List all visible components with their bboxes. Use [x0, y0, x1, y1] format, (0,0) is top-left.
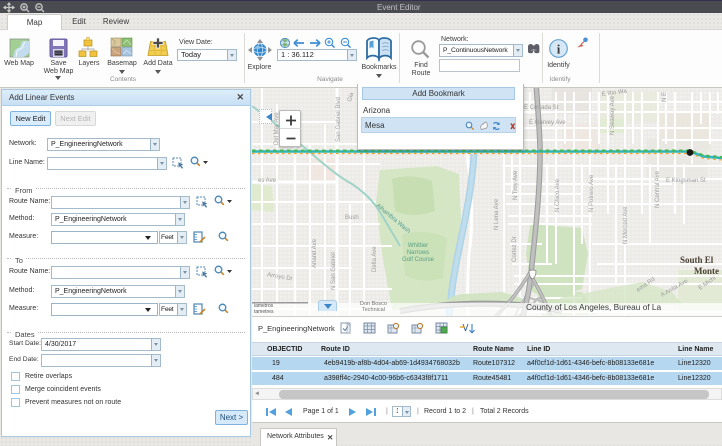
svg-text:Cortez Dr: Cortez Dr: [512, 236, 518, 262]
svg-text:San Gabriel Blvd: San Gabriel Blvd: [336, 97, 342, 142]
svg-text:N Merced Ave: N Merced Ave: [623, 206, 629, 244]
svg-text:i: i: [557, 42, 561, 57]
svg-text:N E: N E: [662, 92, 668, 102]
svg-text:Golf Course: Golf Course: [402, 257, 435, 263]
svg-text:Technical: Technical: [362, 307, 385, 313]
svg-text:E Cortada St: E Cortada St: [524, 105, 559, 111]
svg-text:N Central Ave: N Central Ave: [655, 170, 661, 208]
svg-text:E Kingsman St: E Kingsman St: [666, 178, 706, 184]
svg-text:Monte: Monte: [694, 266, 719, 276]
svg-text:Whittier: Whittier: [408, 243, 428, 249]
svg-text:Bush: Bush: [345, 215, 359, 221]
svg-text:N Seaway Ave: N Seaway Ave: [610, 95, 616, 135]
svg-text:N Chico Ave: N Chico Ave: [555, 178, 561, 212]
svg-text:N San Gabriel: N San Gabriel: [331, 252, 337, 290]
svg-text:Narrows: Narrows: [407, 250, 429, 256]
svg-text:tametres: tametres: [254, 309, 274, 315]
svg-text:E Garvey Ave: E Garvey Ave: [529, 120, 566, 126]
svg-text:South El: South El: [680, 255, 714, 265]
svg-text:County of Los Angeles, Bureau: County of Los Angeles, Bureau of La: [526, 302, 662, 312]
svg-text:N Lena Ave: N Lena Ave: [494, 198, 500, 230]
svg-text:es Ave: es Ave: [258, 178, 277, 184]
svg-text:N Troy Ave: N Troy Ave: [513, 170, 519, 200]
svg-text:Delta Ave: Delta Ave: [372, 246, 378, 272]
svg-text:N Potrero Ave: N Potrero Ave: [589, 174, 595, 212]
svg-text:Arland Ave: Arland Ave: [312, 238, 318, 268]
